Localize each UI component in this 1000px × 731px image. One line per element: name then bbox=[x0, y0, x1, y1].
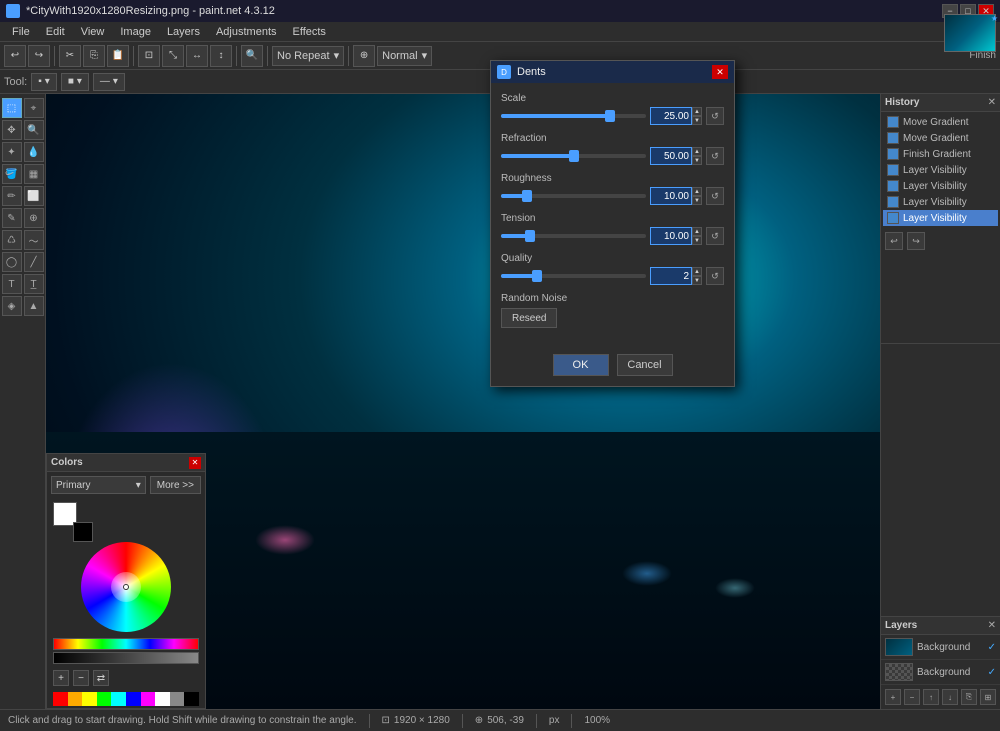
quality-spin: ▲ ▼ bbox=[692, 267, 702, 285]
refraction-spin: ▲ ▼ bbox=[692, 147, 702, 165]
cancel-button[interactable]: Cancel bbox=[617, 354, 673, 376]
refraction-value-box: ▲ ▼ bbox=[650, 147, 702, 165]
dialog-body: Scale ▲ ▼ ↺ bbox=[491, 83, 734, 348]
refraction-label: Refraction bbox=[501, 133, 724, 144]
dents-dialog: D Dents ✕ Scale ▲ ▼ bbox=[490, 60, 735, 387]
quality-input[interactable] bbox=[650, 267, 692, 285]
scale-spin-down[interactable]: ▼ bbox=[692, 116, 702, 125]
quality-label: Quality bbox=[501, 253, 724, 264]
scale-value-box: ▲ ▼ bbox=[650, 107, 702, 125]
tension-spin-down[interactable]: ▼ bbox=[692, 236, 702, 245]
reseed-button[interactable]: Reseed bbox=[501, 308, 557, 328]
roughness-row: Roughness ▲ ▼ ↺ bbox=[501, 173, 724, 205]
tension-input[interactable] bbox=[650, 227, 692, 245]
roughness-value-box: ▲ ▼ bbox=[650, 187, 702, 205]
refraction-controls: ▲ ▼ ↺ bbox=[501, 147, 724, 165]
tension-value-box: ▲ ▼ bbox=[650, 227, 702, 245]
scale-slider[interactable] bbox=[501, 114, 646, 118]
refraction-spin-up[interactable]: ▲ bbox=[692, 147, 702, 156]
scale-spin-up[interactable]: ▲ bbox=[692, 107, 702, 116]
tension-reset-btn[interactable]: ↺ bbox=[706, 227, 724, 245]
roughness-spin-up[interactable]: ▲ bbox=[692, 187, 702, 196]
tension-row: Tension ▲ ▼ ↺ bbox=[501, 213, 724, 245]
quality-slider[interactable] bbox=[501, 274, 646, 278]
tension-label: Tension bbox=[501, 213, 724, 224]
random-noise-label: Random Noise bbox=[501, 293, 724, 304]
refraction-row: Refraction ▲ ▼ ↺ bbox=[501, 133, 724, 165]
quality-thumb[interactable] bbox=[532, 270, 542, 282]
scale-input[interactable] bbox=[650, 107, 692, 125]
dialog-title-text: Dents bbox=[517, 66, 546, 78]
refraction-reset-btn[interactable]: ↺ bbox=[706, 147, 724, 165]
quality-controls: ▲ ▼ ↺ bbox=[501, 267, 724, 285]
roughness-slider[interactable] bbox=[501, 194, 646, 198]
roughness-thumb[interactable] bbox=[522, 190, 532, 202]
refraction-thumb[interactable] bbox=[569, 150, 579, 162]
roughness-reset-btn[interactable]: ↺ bbox=[706, 187, 724, 205]
scale-label: Scale bbox=[501, 93, 724, 104]
dialog-overlay: D Dents ✕ Scale ▲ ▼ bbox=[0, 0, 1000, 731]
dialog-title-bar: D Dents ✕ bbox=[491, 61, 734, 83]
refraction-spin-down[interactable]: ▼ bbox=[692, 156, 702, 165]
roughness-spin: ▲ ▼ bbox=[692, 187, 702, 205]
roughness-input[interactable] bbox=[650, 187, 692, 205]
scale-fill bbox=[501, 114, 610, 118]
tension-spin: ▲ ▼ bbox=[692, 227, 702, 245]
quality-reset-btn[interactable]: ↺ bbox=[706, 267, 724, 285]
scale-controls: ▲ ▼ ↺ bbox=[501, 107, 724, 125]
quality-spin-down[interactable]: ▼ bbox=[692, 276, 702, 285]
tension-thumb[interactable] bbox=[525, 230, 535, 242]
roughness-label: Roughness bbox=[501, 173, 724, 184]
tension-spin-up[interactable]: ▲ bbox=[692, 227, 702, 236]
dialog-footer: OK Cancel bbox=[491, 348, 734, 386]
ok-button[interactable]: OK bbox=[553, 354, 609, 376]
tension-slider[interactable] bbox=[501, 234, 646, 238]
dialog-close-button[interactable]: ✕ bbox=[712, 65, 728, 79]
dialog-icon: D bbox=[497, 65, 511, 79]
quality-value-box: ▲ ▼ bbox=[650, 267, 702, 285]
refraction-slider[interactable] bbox=[501, 154, 646, 158]
tension-controls: ▲ ▼ ↺ bbox=[501, 227, 724, 245]
roughness-spin-down[interactable]: ▼ bbox=[692, 196, 702, 205]
quality-row: Quality ▲ ▼ ↺ bbox=[501, 253, 724, 285]
roughness-controls: ▲ ▼ ↺ bbox=[501, 187, 724, 205]
refraction-fill bbox=[501, 154, 574, 158]
scale-spin: ▲ ▼ bbox=[692, 107, 702, 125]
random-noise-section: Random Noise Reseed bbox=[501, 293, 724, 328]
scale-reset-btn[interactable]: ↺ bbox=[706, 107, 724, 125]
scale-thumb[interactable] bbox=[605, 110, 615, 122]
scale-row: Scale ▲ ▼ ↺ bbox=[501, 93, 724, 125]
quality-spin-up[interactable]: ▲ bbox=[692, 267, 702, 276]
dialog-title-left: D Dents bbox=[497, 65, 546, 79]
refraction-input[interactable] bbox=[650, 147, 692, 165]
